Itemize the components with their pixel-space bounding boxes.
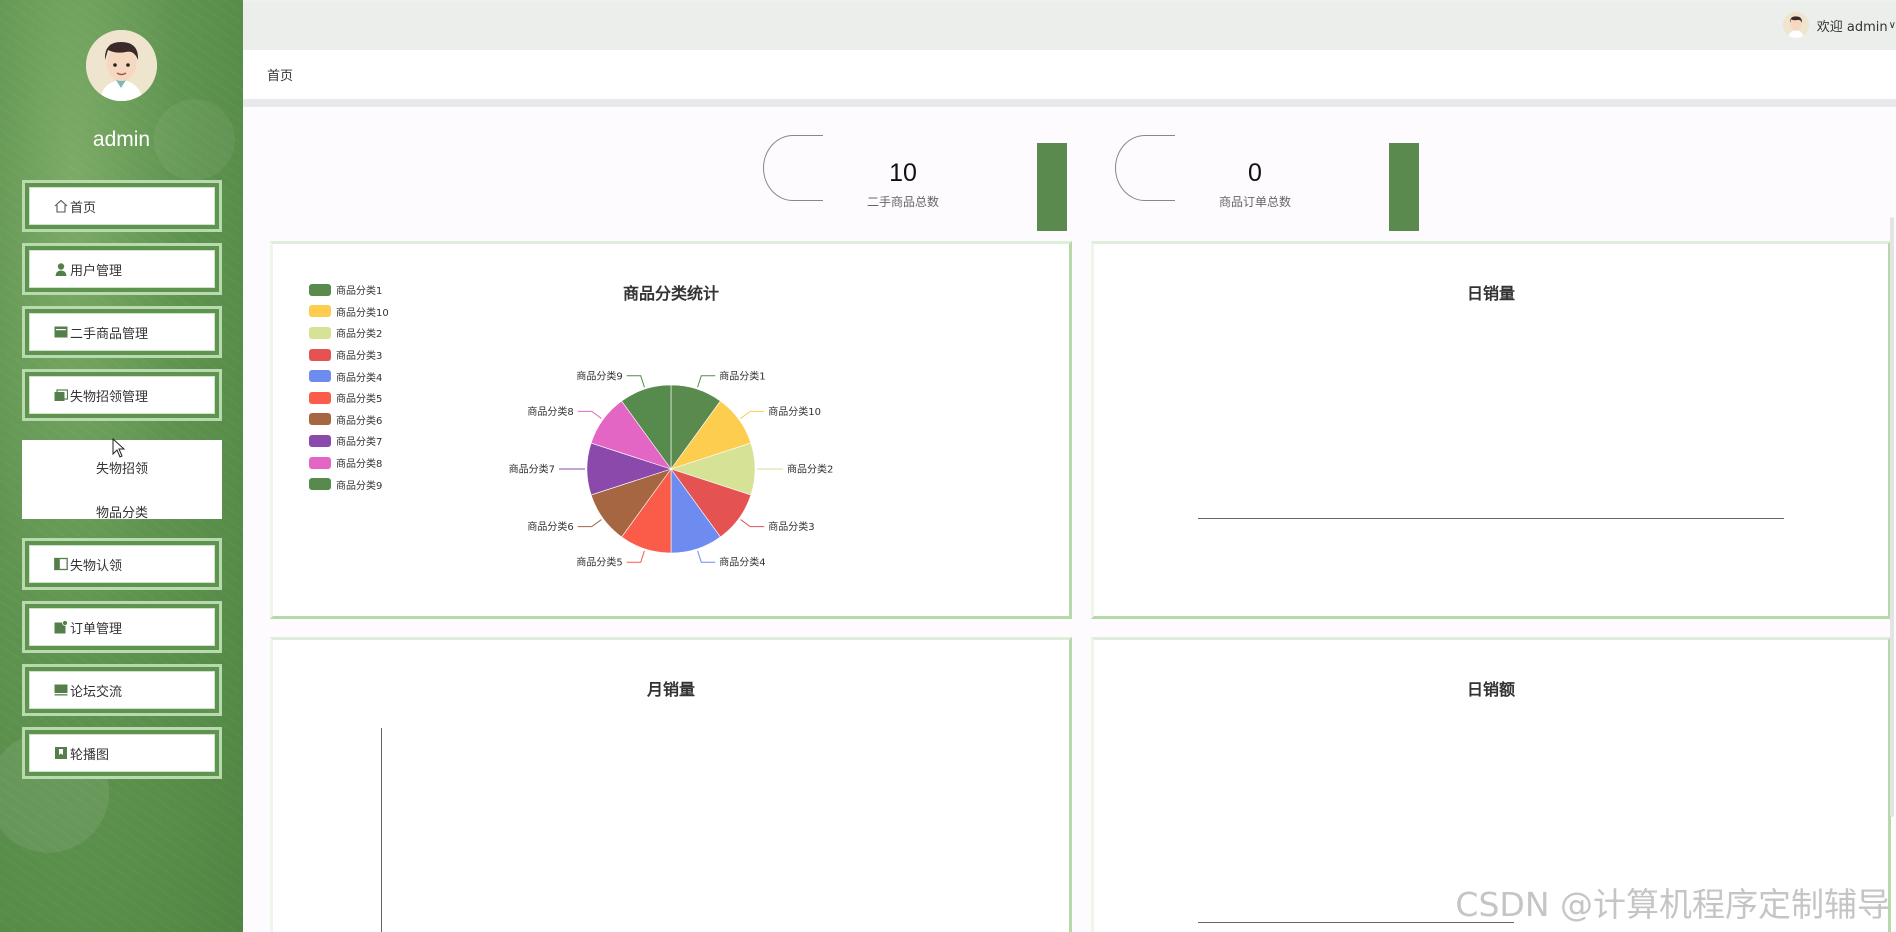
goods-icon [54,325,68,339]
welcome-text: 欢迎 admin [1816,19,1888,35]
panel-title: 日销量 [1466,284,1515,303]
sidebar-item-label: 用户管理 [70,263,123,279]
stat-bar [1389,143,1419,231]
user-avatar-small [1782,12,1809,38]
pie-label: 商品分类10 [768,405,821,418]
submenu-item-lost-found[interactable]: 失物招领 [22,458,222,477]
pie-label: 商品分类6 [527,520,573,533]
sidebar: admin 首页 用户管理 二手商品管理 失物招领管理 失物招领 物品分类 失物… [0,0,243,932]
forum-icon [54,683,68,697]
stat-label: 二手商品总数 [866,195,939,209]
sidebar-item-label: 失物认领 [70,558,123,574]
pie-label-line [740,519,765,528]
sidebar-item-lost-found[interactable]: 失物招领管理 [22,369,222,421]
stat-value: 10 [889,159,917,187]
folder-icon [54,388,68,402]
watermark: CSDN @计算机程序定制辅导 [1455,885,1890,924]
pie-label: 商品分类8 [527,405,573,418]
pie-label-line [626,375,645,388]
scrollbar[interactable] [1890,217,1894,817]
stat-label: 商品订单总数 [1218,195,1291,209]
chevron-down-icon: ∨ [1888,19,1896,31]
y-axis-line [381,728,382,932]
panel-title: 月销量 [646,680,695,699]
sidebar-item-home[interactable]: 首页 [22,180,222,232]
panel-monthly-sales: 月销量 [270,637,1072,932]
panel-category-stats: 商品分类统计 商品分类1 商品分类10 商品分类2 商品分类3 商品分类4 商品分类5 商品… [270,241,1072,619]
sidebar-item-label: 首页 [70,200,97,216]
order-icon [54,620,68,634]
sidebar-item-carousel[interactable]: 轮播图 [22,727,222,779]
user-avatar-icon [86,30,157,101]
book-icon [54,557,68,571]
home-icon [54,199,68,213]
sidebar-item-claim[interactable]: 失物认领 [22,538,222,590]
pie-label-line [697,550,716,563]
pie-label-line [577,519,602,528]
main-content: 10 二手商品总数 0 商品订单总数 商品分类统计 商品分类1 商品分类10 商品分… [243,107,1896,932]
bookmark-icon [54,746,68,760]
breadcrumb: 首页 [243,50,1896,99]
user-menu[interactable]: 欢迎 admin ∨ [1782,12,1896,38]
pie-label-line [577,410,602,419]
pie-label-line [626,550,645,563]
pie-label: 商品分类7 [509,463,555,476]
stat-orders-total: 0 商品订单总数 [1115,125,1425,231]
user-icon [54,262,68,276]
sidebar-item-label: 论坛交流 [70,684,123,700]
x-axis-line [1198,518,1784,519]
sidebar-item-users[interactable]: 用户管理 [22,243,222,295]
divider [243,99,1896,107]
avatar[interactable] [86,30,157,101]
pie-label: 商品分类5 [576,556,622,569]
pie-label: 商品分类1 [719,369,765,382]
sidebar-item-forum[interactable]: 论坛交流 [22,664,222,716]
pie-chart: 商品分类1 商品分类10 商品分类2 商品分类3 商品分类4 商品分类5 商品分类6 商品分类… [509,369,834,569]
breadcrumb-home[interactable]: 首页 [267,65,293,84]
stat-goods-total: 10 二手商品总数 [763,125,1073,231]
panel-title: 日销额 [1466,680,1515,699]
top-bar: 欢迎 admin ∨ [243,2,1896,50]
pie-label: 商品分类9 [576,369,622,382]
sidebar-item-label: 订单管理 [70,621,123,637]
sidebar-item-label: 二手商品管理 [70,326,149,342]
pie-label-line [740,410,765,419]
mouse-cursor-icon [112,438,126,458]
pie-label: 商品分类2 [787,463,833,476]
sidebar-username: admin [92,128,151,151]
pie-label: 商品分类3 [768,520,814,533]
pie-label-line [697,375,716,388]
submenu-item-category[interactable]: 物品分类 [22,502,222,521]
stat-bar [1037,143,1067,231]
panel-daily-sales: 日销量 [1091,241,1891,619]
sidebar-item-label: 失物招领管理 [70,389,149,405]
user-avatar-icon [1782,12,1809,38]
sidebar-item-orders[interactable]: 订单管理 [22,601,222,653]
sidebar-item-label: 轮播图 [70,747,110,763]
stat-value: 0 [1248,159,1262,187]
pie-label: 商品分类4 [719,556,765,569]
sidebar-item-goods[interactable]: 二手商品管理 [22,306,222,358]
